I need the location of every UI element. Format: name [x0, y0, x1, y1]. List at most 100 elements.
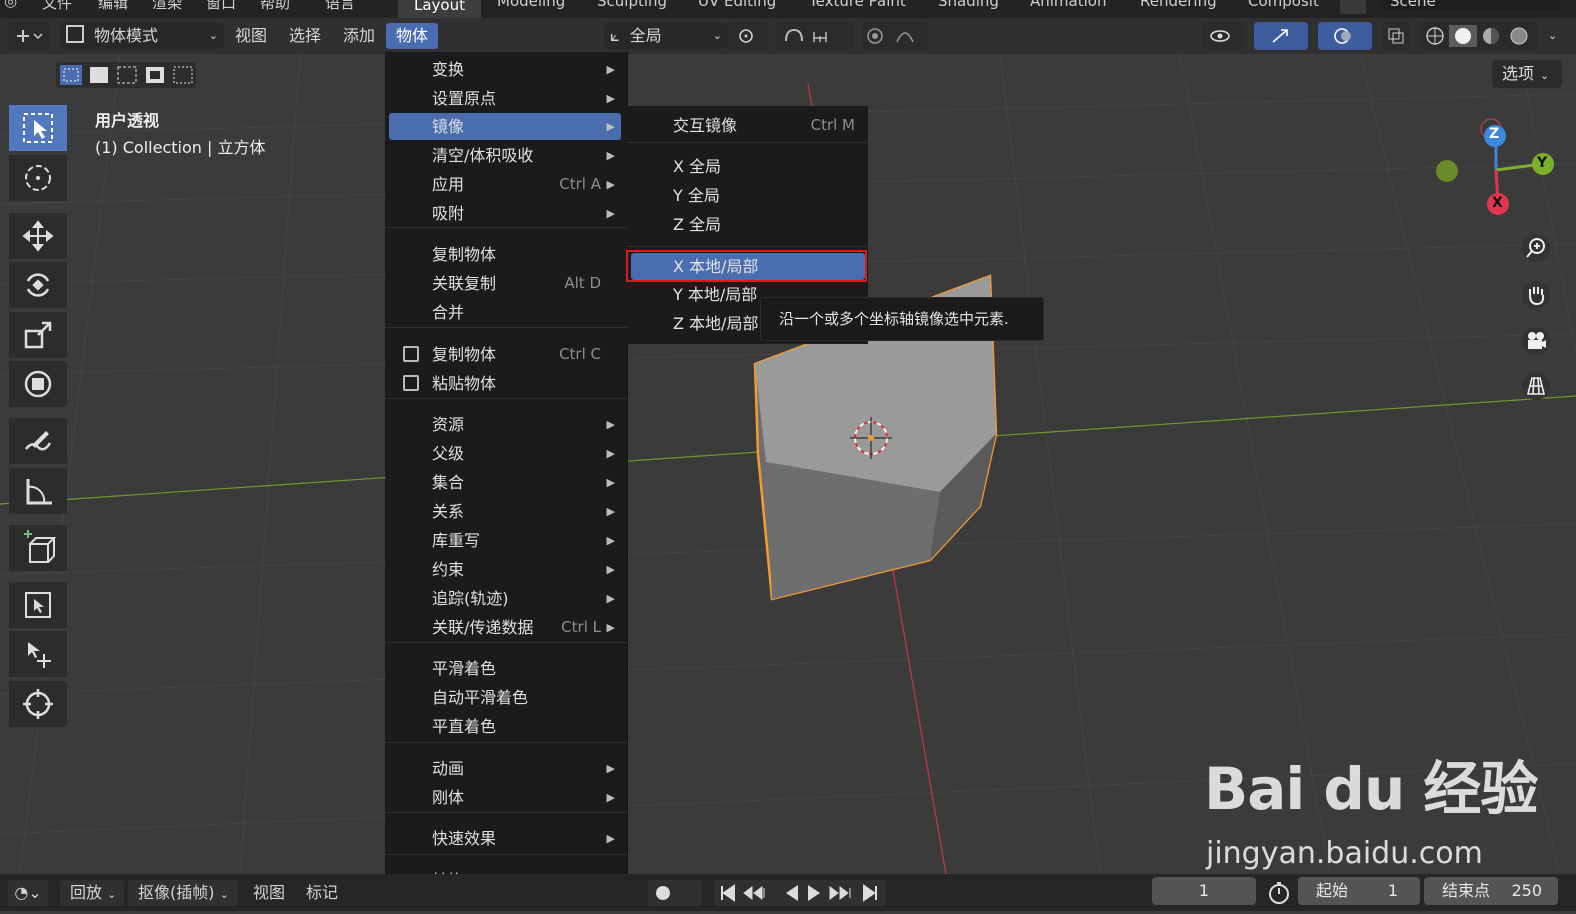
timeline-marker-menu[interactable]: 标记	[306, 880, 338, 906]
object-menu-item[interactable]: 动画 ▶	[389, 755, 621, 782]
move-tool[interactable]	[9, 213, 67, 259]
object-menu-item[interactable]: 追踪(轨迹) ▶	[389, 585, 621, 612]
pan-hand-icon[interactable]	[1522, 281, 1550, 309]
collection-info: (1) Collection | 立方体	[95, 138, 266, 157]
tab-shading[interactable]: Shading	[938, 0, 999, 10]
menu-item-label: 吸附	[432, 204, 465, 223]
object-menu-item[interactable]: 平滑着色	[389, 655, 621, 682]
tab-compositing[interactable]: Composit	[1248, 0, 1319, 10]
measure-tool[interactable]	[9, 468, 67, 514]
select-move-tool[interactable]	[9, 631, 67, 677]
menu-render[interactable]: 渲染	[152, 0, 182, 13]
editor-type-icon[interactable]	[8, 22, 50, 50]
object-menu-item[interactable]: 自动平滑着色	[389, 684, 621, 711]
object-menu-item[interactable]: 合并	[389, 299, 621, 326]
paste-icon	[403, 375, 419, 391]
tab-sculpting[interactable]: Sculpting	[597, 0, 667, 10]
object-menu-item[interactable]: 清空/体积吸收 ▶	[389, 142, 621, 169]
watermark-url: jingyan.baidu.com	[1206, 836, 1483, 871]
object-menu-item[interactable]: 设置原点 ▶	[389, 85, 621, 112]
menu-add[interactable]: 添加	[343, 23, 375, 49]
timeline-view-menu[interactable]: 视图	[253, 880, 285, 906]
annotate-tool[interactable]	[9, 418, 67, 464]
transform-orientation-dropdown[interactable]: ⟀ 全局 ⌄	[604, 23, 728, 49]
playback-menu[interactable]: 回放 ⌄	[60, 880, 124, 906]
tab-rendering[interactable]: Rendering	[1140, 0, 1217, 10]
object-menu-item[interactable]: 集合 ▶	[389, 469, 621, 496]
zoom-icon[interactable]	[1522, 234, 1550, 262]
select-box-tool[interactable]	[9, 105, 67, 151]
current-frame-field[interactable]: 1	[1152, 877, 1256, 905]
object-menu-item[interactable]: 复制物体 Ctrl C	[389, 341, 621, 368]
menu-view[interactable]: 视图	[235, 23, 267, 49]
mode-dropdown[interactable]: 物体模式 ⌄	[60, 23, 224, 49]
menu-help[interactable]: 帮助	[260, 0, 290, 13]
menu-language[interactable]: 语言	[325, 0, 355, 13]
scene-icon[interactable]	[1340, 0, 1366, 14]
overlay-toggle-icon[interactable]	[1318, 22, 1372, 50]
object-menu-item[interactable]: 库重写 ▶	[389, 527, 621, 554]
mirror-submenu-item[interactable]: X 全局	[631, 153, 865, 180]
tab-animation[interactable]: Animation	[1030, 0, 1106, 10]
object-menu-item[interactable]: 关联/传递数据 Ctrl L ▶	[389, 614, 621, 641]
transform-gizmo-tool[interactable]	[9, 582, 67, 628]
menu-separator	[627, 246, 868, 247]
menu-edit[interactable]: 编辑	[98, 0, 128, 13]
submenu-arrow-icon: ▶	[606, 178, 615, 191]
end-frame-field[interactable]: 结束点 250	[1424, 877, 1558, 905]
proportional-edit-icon[interactable]	[862, 22, 928, 50]
object-menu-item[interactable]: 变换 ▶	[389, 56, 621, 83]
blender-logo-icon[interactable]: ◎	[4, 0, 17, 10]
visibility-icon[interactable]	[1202, 22, 1244, 50]
record-button[interactable]	[648, 880, 702, 906]
xray-toggle-icon[interactable]	[1382, 22, 1410, 50]
menu-window[interactable]: 窗口	[206, 0, 236, 13]
tab-layout[interactable]: Layout	[398, 0, 481, 18]
mirror-submenu-item[interactable]: Y 全局	[631, 182, 865, 209]
snap-icon[interactable]	[776, 22, 854, 50]
object-menu-item[interactable]: 平直着色	[389, 713, 621, 740]
cursor-tool[interactable]	[9, 155, 67, 201]
object-menu-item[interactable]: 镜像 ▶	[389, 113, 621, 140]
menu-object[interactable]: 物体	[386, 23, 439, 49]
object-menu-item[interactable]: 父级 ▶	[389, 440, 621, 467]
gizmo-toggle-icon[interactable]	[1254, 22, 1308, 50]
mirror-submenu-item[interactable]: Z 全局	[631, 211, 865, 238]
copy-icon	[403, 346, 419, 362]
tab-uv-editing[interactable]: UV Editing	[698, 0, 776, 10]
stopwatch-icon[interactable]	[1266, 880, 1296, 906]
object-menu-item[interactable]: 约束 ▶	[389, 556, 621, 583]
start-frame-field[interactable]: 起始 1	[1298, 877, 1420, 905]
mirror-submenu-item[interactable]: 交互镜像 Ctrl M	[631, 112, 865, 139]
pivot-point-icon[interactable]	[728, 22, 768, 50]
camera-icon[interactable]	[1522, 327, 1550, 355]
object-menu-item[interactable]: 吸附 ▶	[389, 200, 621, 227]
options-dropdown[interactable]: 选项 ⌄	[1492, 60, 1562, 88]
menu-file[interactable]: 文件	[42, 0, 72, 13]
object-menu-item[interactable]: 资源 ▶	[389, 411, 621, 438]
shrink-fatten-tool[interactable]	[9, 681, 67, 727]
menu-select[interactable]: 选择	[289, 23, 321, 49]
timeline-editor-icon[interactable]: ◔⌄	[8, 880, 48, 906]
add-cube-tool[interactable]	[9, 525, 67, 571]
tab-texture-paint[interactable]: Texture Paint	[809, 0, 906, 10]
ortho-grid-icon[interactable]	[1522, 372, 1550, 400]
transform-tool[interactable]	[9, 361, 67, 407]
object-menu-item[interactable]: 关联复制 Alt D	[389, 270, 621, 297]
object-menu-item[interactable]: 复制物体	[389, 241, 621, 268]
selection-mode-buttons	[56, 62, 196, 88]
shading-dropdown-icon[interactable]: ⌄	[1548, 23, 1557, 49]
object-menu-item[interactable]: 粘贴物体	[389, 370, 621, 397]
object-menu-item[interactable]: 应用 Ctrl A ▶	[389, 171, 621, 198]
object-menu-item[interactable]: 关系 ▶	[389, 498, 621, 525]
end-value: 250	[1511, 881, 1542, 900]
tab-modeling[interactable]: Modeling	[497, 0, 565, 10]
scene-field[interactable]: Scene	[1380, 0, 1560, 10]
scale-tool[interactable]	[9, 312, 67, 358]
rotate-tool[interactable]	[9, 262, 67, 308]
keying-menu[interactable]: 抠像(插帧) ⌄	[128, 880, 238, 906]
object-menu-item[interactable]: 刚体 ▶	[389, 784, 621, 811]
menu-item-label: 合并	[432, 303, 465, 322]
keying-label: 抠像(插帧)	[138, 883, 215, 902]
object-menu-item[interactable]: 快速效果 ▶	[389, 825, 621, 852]
